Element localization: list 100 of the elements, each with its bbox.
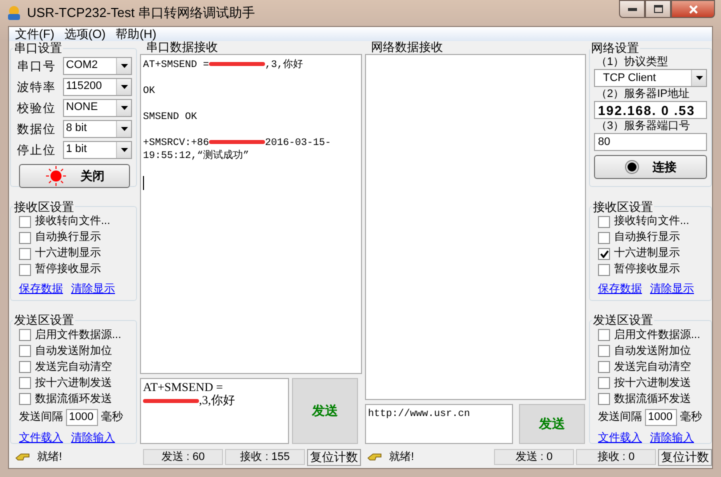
checkbox[interactable] bbox=[598, 377, 610, 390]
link[interactable]: 保存数据 bbox=[19, 280, 63, 298]
group-title: 串口设置 bbox=[13, 41, 63, 55]
checkbox[interactable] bbox=[19, 232, 31, 244]
text-line: 2016-03-15- bbox=[265, 138, 332, 149]
option-label: 接收转向文件... bbox=[614, 214, 690, 230]
checkbox[interactable] bbox=[19, 345, 31, 358]
panel-title: 网络数据接收 bbox=[370, 41, 444, 54]
dropdown[interactable]: 1 bit bbox=[63, 140, 132, 158]
option-label: 自动换行显示 bbox=[614, 230, 680, 246]
reset-count-button[interactable]: 复位计数 bbox=[307, 448, 361, 466]
checkbox[interactable] bbox=[19, 329, 31, 342]
option-label: 启用文件数据源... bbox=[614, 328, 700, 343]
close-icon bbox=[688, 4, 698, 14]
option-label: 自动发送附加位 bbox=[614, 344, 691, 359]
checkbox[interactable] bbox=[19, 216, 31, 228]
menu-item[interactable]: 帮助(H) bbox=[112, 27, 164, 41]
text-line: 19:55:12,“测试成功” bbox=[143, 151, 250, 162]
send-field[interactable]: http://www.usr.cn bbox=[365, 404, 513, 444]
hand-icon bbox=[15, 451, 31, 464]
receive-area[interactable]: AT+SMSEND = ,3,你好 OK SMSEND OK +SMSRCV:+86 2016-03-15- 19:55:12,“测试成功” bbox=[140, 54, 362, 374]
interval-field[interactable]: 1000 bbox=[66, 408, 98, 426]
checkbox[interactable] bbox=[19, 361, 31, 374]
link[interactable]: 清除显示 bbox=[650, 280, 694, 298]
caret-icon bbox=[120, 126, 128, 130]
reset-count-button[interactable]: 复位计数 bbox=[658, 448, 712, 466]
option-label: 数据流循环发送 bbox=[35, 392, 112, 407]
field-label: （3）服务器端口号 bbox=[595, 119, 692, 133]
option-label: 发送完自动清空 bbox=[35, 360, 112, 375]
checkbox[interactable] bbox=[19, 248, 31, 260]
field-label: （1）协议类型 bbox=[595, 55, 670, 69]
status-text: 就绪! bbox=[389, 450, 414, 465]
text-line: AT+SMSEND = bbox=[143, 60, 210, 71]
hand-icon bbox=[367, 451, 383, 464]
checkbox[interactable] bbox=[598, 264, 610, 276]
checkbox[interactable] bbox=[19, 264, 31, 276]
unit-label: 毫秒 bbox=[101, 410, 123, 425]
option-label: 十六进制显示 bbox=[614, 246, 680, 262]
redaction-mark bbox=[209, 140, 266, 144]
close-button[interactable] bbox=[671, 0, 715, 18]
checkbox[interactable] bbox=[19, 377, 31, 390]
link[interactable]: 保存数据 bbox=[598, 280, 642, 298]
sent-count: 发送 : 60 bbox=[143, 449, 223, 466]
unit-label: 毫秒 bbox=[680, 410, 702, 425]
dropdown[interactable]: 115200 bbox=[63, 78, 132, 96]
option-label: 接收转向文件... bbox=[35, 214, 110, 230]
menu-item[interactable]: 选项(O) bbox=[61, 27, 113, 41]
checkbox[interactable] bbox=[598, 345, 610, 358]
link[interactable]: 文件载入 bbox=[19, 430, 63, 447]
send-button[interactable]: 发送 bbox=[292, 378, 358, 444]
ip-address-field[interactable]: 192.168. 0 .53 bbox=[594, 101, 707, 119]
link[interactable]: 清除输入 bbox=[650, 430, 694, 447]
text-line: AT+SMSEND = bbox=[143, 380, 223, 394]
link[interactable]: 清除显示 bbox=[71, 280, 115, 298]
checkbox[interactable] bbox=[598, 393, 610, 406]
link[interactable]: 清除输入 bbox=[71, 430, 115, 447]
received-count: 接收 : 155 bbox=[225, 449, 305, 466]
text-line: ,3,你好 bbox=[265, 60, 304, 71]
group-title: 发送区设置 bbox=[13, 313, 75, 328]
maximize-button[interactable] bbox=[645, 0, 671, 18]
text-line: +SMSRCV:+86 bbox=[143, 138, 210, 149]
checkbox[interactable] bbox=[598, 216, 610, 228]
received-count: 接收 : 0 bbox=[576, 449, 656, 466]
send-button[interactable]: 发送 bbox=[519, 404, 585, 444]
field-label: （2）服务器IP地址 bbox=[595, 87, 691, 101]
interval-field[interactable]: 1000 bbox=[645, 408, 677, 426]
close-port-button[interactable]: 关闭 bbox=[19, 164, 130, 188]
connect-button[interactable]: 连接 bbox=[594, 155, 707, 179]
window-title: USR-TCP232-Test 串口转网络调试助手 bbox=[27, 4, 256, 22]
checkbox[interactable] bbox=[598, 361, 610, 374]
checkbox[interactable] bbox=[598, 248, 610, 260]
checkbox[interactable] bbox=[598, 232, 610, 244]
option-label: 暂停接收显示 bbox=[614, 262, 680, 278]
field-label: 校验位 bbox=[17, 100, 57, 116]
sent-count: 发送 : 0 bbox=[494, 449, 574, 466]
status-text: 就绪! bbox=[37, 450, 62, 465]
option-label: 自动换行显示 bbox=[35, 230, 101, 246]
send-field[interactable]: AT+SMSEND = ,3,你好 bbox=[140, 378, 289, 444]
field-label: 串口号 bbox=[17, 58, 57, 74]
redaction-mark bbox=[209, 62, 266, 66]
option-label: 十六进制显示 bbox=[35, 246, 101, 262]
port-field[interactable]: 80 bbox=[594, 133, 707, 151]
group-title: 接收区设置 bbox=[592, 200, 654, 214]
dropdown[interactable]: COM2 bbox=[63, 56, 132, 74]
link[interactable]: 文件载入 bbox=[598, 430, 642, 447]
text-line: ,3,你好 bbox=[199, 393, 235, 407]
field-label: 数据位 bbox=[17, 120, 57, 138]
text-line: SMSEND OK bbox=[143, 112, 198, 123]
option-label: 自动发送附加位 bbox=[35, 344, 112, 359]
minimize-button[interactable] bbox=[619, 0, 645, 18]
maximize-icon bbox=[654, 5, 662, 13]
group-title: 发送区设置 bbox=[592, 313, 654, 328]
menu-item[interactable]: 文件(F) bbox=[12, 27, 62, 41]
interval-label: 发送间隔 bbox=[598, 410, 642, 425]
dropdown[interactable]: 8 bit bbox=[63, 120, 132, 138]
dropdown[interactable]: TCP Client bbox=[594, 69, 707, 87]
checkbox[interactable] bbox=[598, 329, 610, 342]
checkbox[interactable] bbox=[19, 393, 31, 406]
dropdown[interactable]: NONE bbox=[63, 98, 132, 116]
option-label: 暂停接收显示 bbox=[35, 262, 101, 278]
